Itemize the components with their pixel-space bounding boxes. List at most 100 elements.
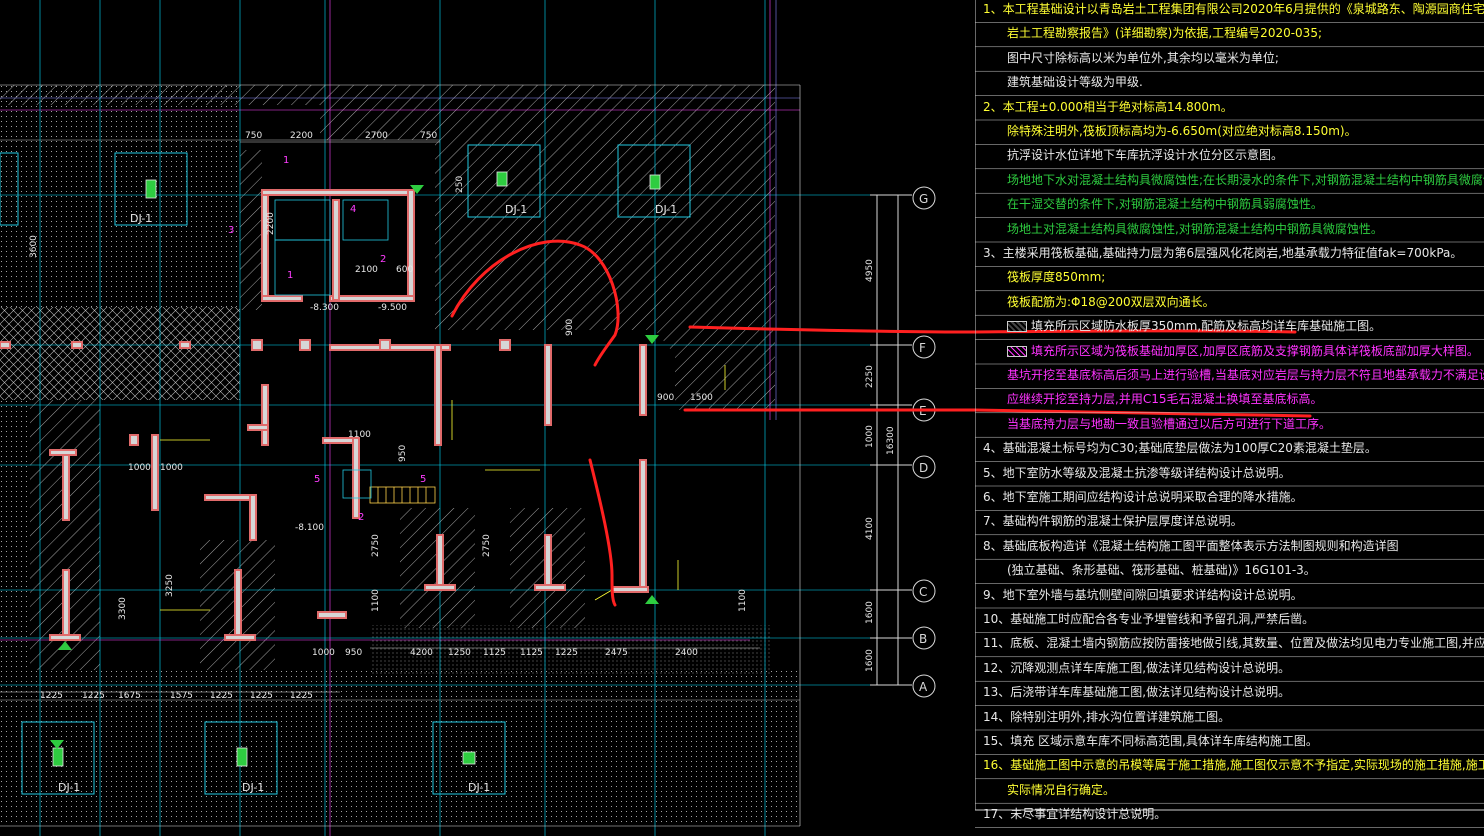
note-line: (独立基础、条形基础、筏形基础、桩基础)》16G101-3。 (1007, 563, 1316, 578)
note-line: 17、未尽事宜详结构设计总说明。 (983, 807, 1167, 822)
note-line: 筏板配筋为:Φ18@200双层双向通长。 (1007, 294, 1215, 309)
axis-label-a: A (919, 680, 928, 694)
dim-e-d: 1000 (865, 425, 875, 448)
general-notes-panel: 1、本工程基础设计以青岛岩土工程集团有限公司2020年6月提供的《泉城路东、陶源… (975, 0, 1484, 836)
note-line: 岩土工程勘察报告》(详细勘察)为依据,工程编号2020-035; (1007, 26, 1322, 41)
dim-g-f: 4950 (865, 259, 875, 282)
axis-label-d: D (919, 461, 928, 475)
axis-line-markers: G F E D C B A 4950 2250 1000 4100 1600 1… (865, 186, 936, 698)
axis-label-b: B (919, 632, 927, 646)
note-line: 5、地下室防水等级及混凝土抗渗等级详结构设计总说明。 (983, 465, 1291, 480)
note-line: 填充所示区域为筏板基础加厚区,加厚区底筋及支撑钢筋具体详筏板底部加厚大样图。 (1031, 343, 1479, 358)
note-line: 抗浮设计水位详地下车库抗浮设计水位分区示意图。 (1007, 148, 1284, 163)
dim-lower: 1225 (250, 691, 273, 701)
dim-1100c: 1100 (371, 589, 381, 612)
note-line: 图中尺寸除标高以米为单位外,其余均以毫米为单位; (1007, 50, 1279, 65)
dim-d-c: 4100 (865, 517, 875, 540)
dim-bottom: 1000 (312, 648, 335, 658)
room-mark: 2 (358, 512, 364, 523)
dim-1100b: 1100 (738, 589, 748, 612)
note-line: 16、基础施工图中示意的吊模等属于施工措施,施工图仅示意不予指定,实际现场的施工… (983, 758, 1484, 773)
dim-1500: 1500 (690, 393, 713, 403)
dim-2750b: 2750 (482, 534, 492, 557)
footing-label: DJ-1 (505, 203, 527, 216)
note-line: 6、地下室施工期间应结构设计总说明采取合理的降水措施。 (983, 490, 1303, 504)
footing-label: DJ-1 (130, 212, 152, 225)
dim-2200: 2200 (266, 212, 276, 235)
dim-2100: 2100 (355, 265, 378, 275)
dim-bottom: 1250 (448, 648, 471, 658)
note-line: 筏板厚度850mm; (1007, 270, 1106, 285)
axis-label-f: F (919, 341, 926, 355)
note-line: 3、主楼采用筏板基础,基础持力层为第6层强风化花岗岩,地基承载力特征值fak=7… (983, 246, 1463, 260)
dim-bottom: 2475 (605, 648, 628, 658)
axis-label-g: G (919, 192, 928, 206)
dim-3600: 3600 (29, 235, 39, 258)
dot-fill-swatch-icon (1007, 321, 1027, 333)
room-mark: 4 (350, 204, 356, 215)
footing-label: DJ-1 (468, 781, 490, 794)
room-mark: 1 (283, 155, 289, 166)
note-line: 12、沉降观测点详车库施工图,做法详见结构设计总说明。 (983, 660, 1291, 675)
dim-bottom: 1125 (483, 648, 506, 658)
dim-top: 750 (245, 131, 262, 141)
note-line: 建筑基础设计等级为甲级. (1007, 75, 1143, 90)
room-mark: 1 (287, 270, 293, 281)
elev-8300: -8.300 (310, 303, 339, 313)
dim-950: 950 (398, 445, 408, 462)
dim-2750a: 2750 (371, 534, 381, 557)
note-line: 8、基础底板构造详《混凝土结构施工图平面整体表示方法制图规则和构造详图 (983, 538, 1399, 553)
elev-8100: -8.100 (295, 523, 324, 533)
stair-detail (369, 486, 436, 504)
dim-c-b: 1600 (865, 601, 875, 624)
room-mark: 2 (380, 254, 386, 265)
dim-900: 900 (565, 319, 575, 336)
dim-lower: 1225 (40, 691, 63, 701)
room-mark: 5 (314, 474, 320, 485)
dim-top: 2700 (365, 131, 388, 141)
note-line: 2、本工程±0.000相当于绝对标高14.800m。 (983, 99, 1233, 114)
note-line: 除特殊注明外,筏板顶标高均为-6.650m(对应绝对标高8.150m)。 (1007, 124, 1357, 138)
note-line: 在干湿交替的条件下,对钢筋混凝土结构中钢筋具弱腐蚀性。 (1007, 197, 1323, 212)
note-line: 10、基础施工时应配合各专业予埋管线和予留孔洞,严禁后凿。 (983, 612, 1315, 626)
dim-lower: 1675 (118, 691, 141, 701)
note-line: 14、除特别注明外,排水沟位置详建筑施工图。 (983, 709, 1231, 724)
room-mark: 5 (420, 474, 426, 485)
note-line: 当基底持力层与地勘一致且验槽通过以后方可进行下道工序。 (1007, 416, 1332, 431)
dim-900-b: 900 (657, 393, 674, 403)
dim-bottom: 2400 (675, 648, 698, 658)
hatch-fill-swatch-icon (1007, 345, 1027, 357)
dim-600: 600 (396, 265, 413, 275)
note-line: 基坑开挖至基底标高后须马上进行验槽,当基底对应岩层与持力层不符且地基承载力不满足… (1007, 368, 1484, 382)
note-line: 场地地下水对混凝土结构具微腐蚀性;在长期浸水的条件下,对钢筋混凝土结构中钢筋具微… (1007, 172, 1484, 187)
dim-3300: 3300 (118, 597, 128, 620)
note-line: 应继续开挖至持力层,并用C15毛石混凝土换填至基底标高。 (1007, 392, 1323, 407)
dim-lower: 1225 (210, 691, 233, 701)
dim-1000b: 1000 (160, 463, 183, 473)
dim-bottom: 1225 (555, 648, 578, 658)
dim-lower: 1225 (290, 691, 313, 701)
dim-bottom: 950 (345, 648, 362, 658)
footing-label: DJ-1 (58, 781, 80, 794)
note-line: 场地土对混凝土结构具微腐蚀性,对钢筋混凝土结构中钢筋具微腐蚀性。 (1007, 221, 1383, 236)
note-line: 7、基础构件钢筋的混凝土保护层厚度详总说明。 (983, 514, 1243, 529)
dim-bottom: 4200 (410, 648, 433, 658)
dim-lower: 1225 (82, 691, 105, 701)
dim-250: 250 (455, 176, 465, 193)
dim-top: 750 (420, 131, 437, 141)
note-line: 9、地下室外墙与基坑侧壁间隙回填要求详结构设计总说明。 (983, 587, 1303, 602)
note-line: 15、填充 区域示意车库不同标高范围,具体详车库结构施工图。 (983, 734, 1318, 748)
dim-f-e: 2250 (865, 365, 875, 388)
dim-1100: 1100 (348, 430, 371, 440)
footing-label: DJ-1 (242, 781, 264, 794)
note-line: 4、基础混凝土标号均为C30;基础底垫层做法为100厚C20素混凝土垫层。 (983, 441, 1377, 456)
note-line: 填充所示区域防水板厚350mm,配筋及标高均详车库基础施工图。 (1031, 319, 1382, 334)
dim-lower: 1575 (170, 691, 193, 701)
note-line: 11、底板、混凝土墙内钢筋应按防雷接地做引线,其数量、位置及做法均见电力专业施工… (983, 636, 1484, 651)
footing-label: DJ-1 (655, 203, 677, 216)
note-line: 实际情况自行确定。 (1007, 782, 1116, 797)
dim-top: 2200 (290, 131, 313, 141)
dim-1000a: 1000 (128, 463, 151, 473)
dim-3250: 3250 (165, 574, 175, 597)
note-line: 13、后浇带详车库基础施工图,做法详见结构设计总说明。 (983, 685, 1291, 700)
